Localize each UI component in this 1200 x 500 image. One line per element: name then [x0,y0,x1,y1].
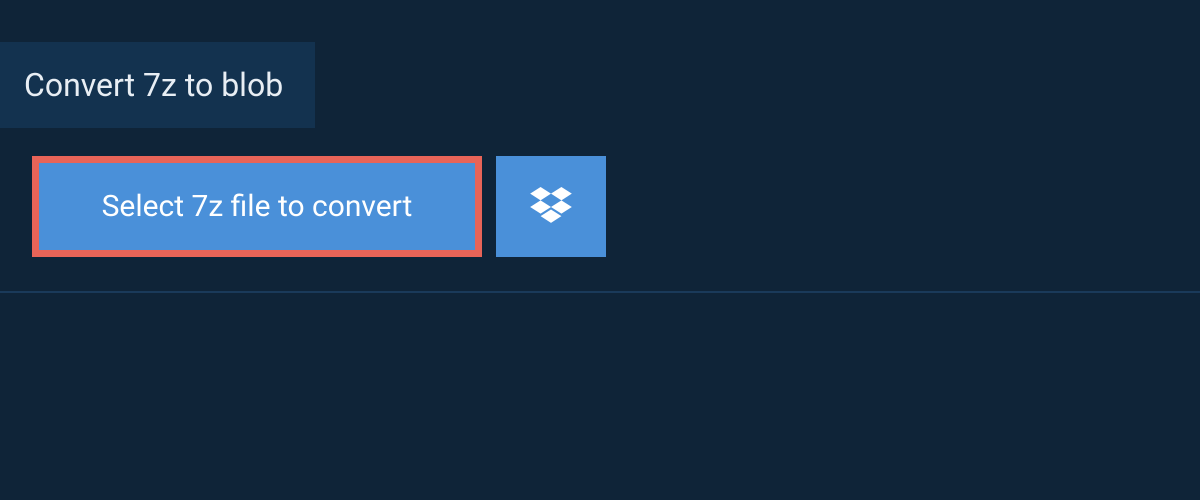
page-title-tab: Convert 7z to blob [0,42,315,128]
action-row: Select 7z file to convert [32,156,1200,257]
select-file-label: Select 7z file to convert [102,189,413,224]
select-file-button[interactable]: Select 7z file to convert [32,156,482,257]
dropbox-button[interactable] [496,156,606,257]
dropbox-icon [530,187,572,227]
page-title: Convert 7z to blob [24,66,283,104]
divider [0,291,1200,293]
